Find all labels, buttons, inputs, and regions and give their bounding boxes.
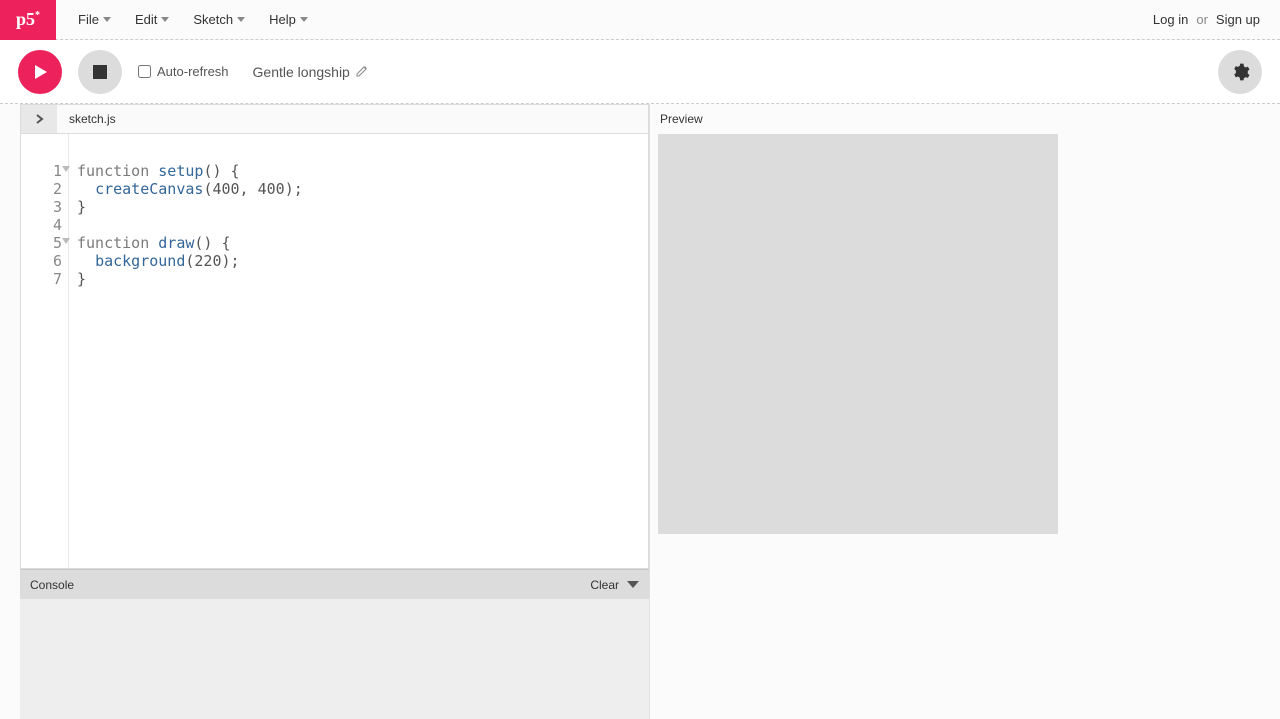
line-number: 7 [21,270,62,288]
auto-refresh-label: Auto-refresh [157,64,229,79]
caret-down-icon [300,17,308,22]
caret-down-icon [103,17,111,22]
line-number: 4 [21,216,62,234]
gear-icon [1230,62,1250,82]
auth-or: or [1196,12,1208,27]
stop-button[interactable] [78,50,122,94]
menu-help[interactable]: Help [257,12,320,27]
sketch-name[interactable]: Gentle longship [253,64,368,80]
code-editor[interactable]: 1 2 3 4 5 6 7 function setup() { createC… [20,134,649,569]
menu-file[interactable]: File [66,12,123,27]
logo-star: * [35,10,40,21]
left-pane: sketch.js 1 2 3 4 5 6 7 function setup()… [20,104,650,719]
auth-links: Log in or Sign up [1153,12,1280,27]
console-body[interactable] [20,599,649,719]
menu-sketch-label: Sketch [193,12,233,27]
menu-sketch[interactable]: Sketch [181,12,257,27]
caret-down-icon [237,17,245,22]
auto-refresh-checkbox[interactable] [138,65,151,78]
line-number: 2 [21,180,62,198]
fold-icon[interactable] [62,166,70,172]
sidebar-expand-button[interactable] [21,105,57,133]
file-tab-row: sketch.js [20,104,649,134]
chevron-right-icon [34,113,44,125]
main-menu: File Edit Sketch Help [56,12,1153,27]
file-tab[interactable]: sketch.js [57,112,116,126]
signup-link[interactable]: Sign up [1216,12,1260,27]
console-header: Console Clear [20,569,649,599]
workspace: sketch.js 1 2 3 4 5 6 7 function setup()… [0,104,1280,719]
pencil-icon [356,64,368,80]
menu-file-label: File [78,12,99,27]
menu-help-label: Help [269,12,296,27]
line-gutter: 1 2 3 4 5 6 7 [21,134,69,568]
console-title: Console [30,578,74,592]
menu-edit[interactable]: Edit [123,12,181,27]
menu-edit-label: Edit [135,12,157,27]
line-number: 1 [21,162,62,180]
stop-icon [93,65,107,79]
play-button[interactable] [18,50,62,94]
console-clear-button[interactable]: Clear [590,578,619,592]
preview-title: Preview [660,112,703,126]
caret-down-icon [161,17,169,22]
preview-canvas [658,134,1058,534]
logo-text: p5 [16,9,35,30]
preview-header: Preview [658,104,1280,134]
settings-button[interactable] [1218,50,1262,94]
right-pane: Preview [650,104,1280,719]
line-number: 5 [21,234,62,252]
line-number: 6 [21,252,62,270]
auto-refresh-toggle[interactable]: Auto-refresh [138,64,229,79]
login-link[interactable]: Log in [1153,12,1188,27]
console-actions: Clear [590,578,639,592]
topbar: p5* File Edit Sketch Help Log in or Sign… [0,0,1280,40]
fold-icon[interactable] [62,238,70,244]
play-icon [31,63,49,81]
chevron-down-icon[interactable] [627,581,639,588]
line-number: 3 [21,198,62,216]
sketch-name-text: Gentle longship [253,64,350,80]
toolbar: Auto-refresh Gentle longship [0,40,1280,104]
p5-logo[interactable]: p5* [0,0,56,40]
code-content[interactable]: function setup() { createCanvas(400, 400… [69,134,311,568]
